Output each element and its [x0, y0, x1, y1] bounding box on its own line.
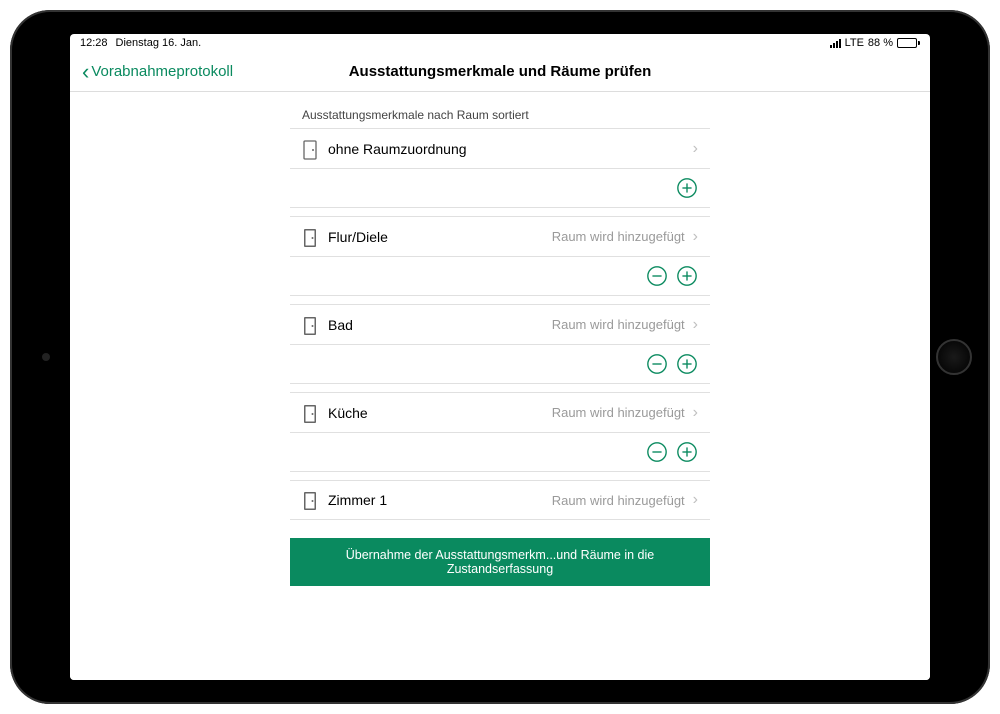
chevron-right-icon: ›	[693, 316, 698, 334]
battery-percent: 88 %	[868, 37, 893, 49]
submit-button[interactable]: Übernahme der Ausstattungsmerkm...und Rä…	[290, 538, 710, 586]
room-status: Raum wird hinzugefügt	[552, 229, 685, 244]
room-name: Küche	[328, 405, 552, 421]
camera-dot	[42, 353, 50, 361]
status-date: Dienstag 16. Jan.	[116, 37, 202, 49]
add-button[interactable]	[676, 441, 698, 463]
room-name: Zimmer 1	[328, 492, 552, 508]
remove-button[interactable]	[646, 265, 668, 287]
remove-button[interactable]	[646, 353, 668, 375]
door-icon	[302, 491, 318, 509]
screen: 12:28 Dienstag 16. Jan. LTE 88 % ‹ Vorab…	[70, 34, 930, 680]
room-row[interactable]: Küche Raum wird hinzugefügt ›	[290, 392, 710, 432]
content-area: Ausstattungsmerkmale nach Raum sortiert …	[70, 92, 930, 680]
status-bar: 12:28 Dienstag 16. Jan. LTE 88 %	[70, 34, 930, 52]
add-button[interactable]	[676, 353, 698, 375]
section-header: Ausstattungsmerkmale nach Raum sortiert	[290, 100, 710, 128]
nav-bar: ‹ Vorabnahmeprotokoll Ausstattungsmerkma…	[70, 52, 930, 92]
door-icon	[302, 228, 318, 246]
room-row[interactable]: Bad Raum wird hinzugefügt ›	[290, 304, 710, 344]
door-icon	[302, 140, 318, 158]
network-label: LTE	[845, 37, 864, 49]
room-actions	[290, 168, 710, 208]
room-status: Raum wird hinzugefügt	[552, 405, 685, 420]
signal-icon	[830, 39, 841, 48]
chevron-left-icon: ‹	[82, 61, 89, 83]
back-button[interactable]: ‹ Vorabnahmeprotokoll	[82, 61, 233, 83]
add-button[interactable]	[676, 177, 698, 199]
room-actions	[290, 432, 710, 472]
chevron-right-icon: ›	[693, 404, 698, 422]
door-icon	[302, 316, 318, 334]
room-name: Flur/Diele	[328, 229, 552, 245]
room-row[interactable]: ohne Raumzuordnung ›	[290, 128, 710, 168]
battery-icon	[897, 38, 920, 48]
room-row[interactable]: Zimmer 1 Raum wird hinzugefügt ›	[290, 480, 710, 520]
chevron-right-icon: ›	[693, 140, 698, 158]
chevron-right-icon: ›	[693, 491, 698, 509]
room-actions	[290, 344, 710, 384]
room-actions	[290, 256, 710, 296]
room-row[interactable]: Flur/Diele Raum wird hinzugefügt ›	[290, 216, 710, 256]
home-button[interactable]	[936, 339, 972, 375]
room-status: Raum wird hinzugefügt	[552, 317, 685, 332]
back-label: Vorabnahmeprotokoll	[91, 63, 233, 80]
room-name: ohne Raumzuordnung	[328, 141, 685, 157]
door-icon	[302, 404, 318, 422]
status-time: 12:28	[80, 37, 108, 49]
page-title: Ausstattungsmerkmale und Räume prüfen	[349, 63, 652, 80]
room-status: Raum wird hinzugefügt	[552, 493, 685, 508]
add-button[interactable]	[676, 265, 698, 287]
room-name: Bad	[328, 317, 552, 333]
ipad-frame: 12:28 Dienstag 16. Jan. LTE 88 % ‹ Vorab…	[10, 10, 990, 704]
chevron-right-icon: ›	[693, 228, 698, 246]
remove-button[interactable]	[646, 441, 668, 463]
